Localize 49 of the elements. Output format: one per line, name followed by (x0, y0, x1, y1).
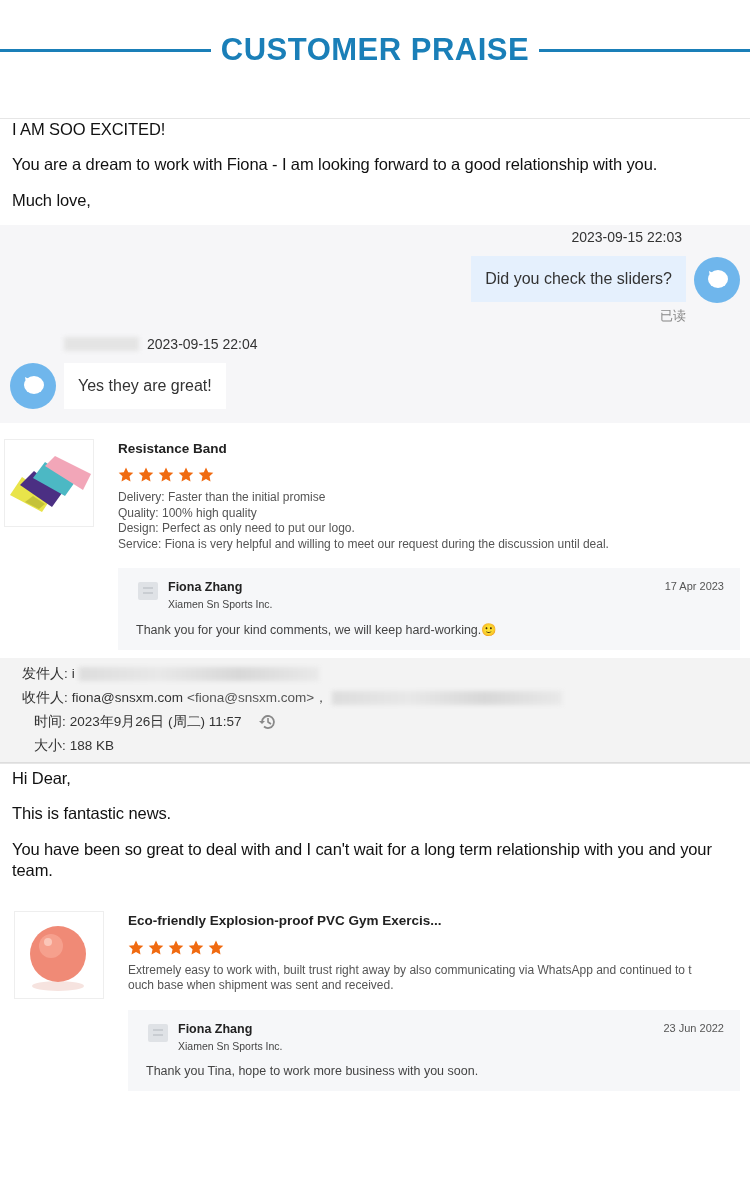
chat-bubble: Yes they are great! (64, 362, 226, 409)
review-text: Quality: 100% high quality (118, 505, 258, 522)
review-text: Extremely easy to work with, built trust right away by also communicating via WhatsApp and continued to touch base when shipment was sent and received. (128, 962, 693, 994)
avatar-icon (10, 362, 56, 409)
star-icon (208, 939, 224, 955)
star-icon (158, 467, 174, 483)
reply-date: 17 Apr 2023 (664, 579, 724, 595)
star-icon (178, 467, 194, 483)
field-label: 大小: (34, 736, 66, 755)
star-icon (138, 467, 154, 483)
message-time: 2023-09-15 22:03 (571, 228, 682, 248)
field-label: 时间: (34, 712, 66, 731)
reply-text: Thank you Tina, hope to work more business with you soon. (146, 1063, 480, 1081)
message-text: You have been so great to deal with and I can't wait for a long term relationship with you and your team. (12, 838, 713, 881)
company-name: Xiamen Sn Sports Inc. (168, 597, 274, 613)
star-icon (128, 939, 144, 955)
reply-text: Thank you for your kind comments, we will keep hard-working.🙂 (136, 621, 499, 639)
star-icon (118, 467, 134, 483)
field-label: 发件人: (22, 664, 68, 683)
product-name: Eco-friendly Explosion-proof PVC Gym Exercis... (128, 912, 443, 931)
product-name: Resistance Band (118, 439, 228, 458)
message-text: Hi Dear, (12, 767, 72, 789)
field-label: 收件人: (22, 688, 68, 707)
review-text: Delivery: Faster than the initial promise (118, 490, 327, 506)
review-text: Service: Fiona is very helpful and willing to meet our request during the discussion until deal. (118, 536, 610, 553)
field-value: i (71, 664, 75, 683)
field-value: 2023年9月26日 (周二) 11:57 (69, 712, 242, 731)
company-name: Xiamen Sn Sports Inc. (178, 1038, 284, 1054)
star-icon (148, 939, 164, 955)
avatar-icon (694, 257, 740, 304)
read-status: 已读 (660, 307, 686, 326)
review-text: Design: Perfect as only need to put our logo. (118, 521, 356, 537)
reply-author: Fiona Zhang (168, 579, 244, 597)
message-text: I AM SOO EXCITED! (12, 119, 167, 140)
reply-date: 23 Jun 2022 (663, 1020, 724, 1036)
message-text: You are a dream to work with Fiona - I am looking forward to a good relationship with you. (12, 154, 659, 176)
star-icon (188, 939, 204, 955)
email-address: <fiona@snsxm.com>， (187, 688, 329, 707)
message-text: Much love, (12, 189, 92, 211)
message-text: This is fantastic news. (12, 803, 173, 825)
star-icon (198, 467, 214, 483)
field-value: 188 KB (69, 736, 115, 755)
field-value: fiona@snsxm.com (71, 688, 183, 707)
reply-author: Fiona Zhang (178, 1020, 254, 1038)
message-time: 2023-09-15 22:04 (147, 334, 258, 354)
history-icon (257, 712, 276, 731)
star-icon (168, 939, 184, 955)
chat-bubble: Did you check the sliders? (471, 256, 686, 303)
page-title: CUSTOMER PRAISE (219, 30, 531, 69)
